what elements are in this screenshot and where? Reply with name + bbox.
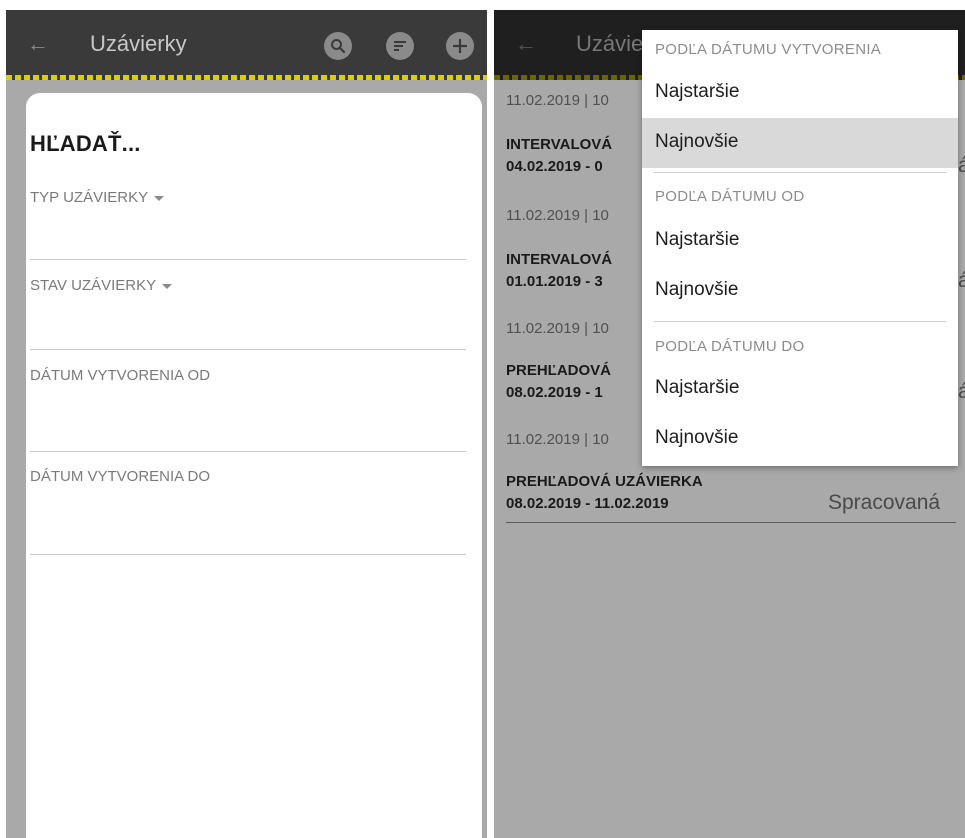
right-screen: ← Uzávie 11.02.2019 | 10 INTERVALOVÁ 04.…	[494, 10, 965, 838]
app-bar-title: Uzávierky	[90, 31, 187, 56]
screenshot-root: ← Uzávierky HĽADAŤ... TYP UZÁVIERKY STAV…	[0, 0, 965, 838]
created-to-field[interactable]: DÁTUM VYTVORENIA DO	[30, 468, 210, 485]
item-title: INTERVALOVÁ	[506, 251, 613, 268]
dropdown-arrow-icon	[162, 283, 173, 289]
menu-group-header: PODĽA DÁTUMU DO	[655, 338, 805, 355]
item-status: Spracovaná	[828, 491, 941, 514]
search-sheet: HĽADAŤ... TYP UZÁVIERKY STAV UZÁVIERKY D…	[26, 93, 482, 838]
sort-menu: PODĽA DÁTUMU VYTVORENIA Najstaršie Najno…	[642, 30, 958, 466]
app-bar-title: Uzávie	[576, 31, 644, 56]
menu-item-oldest-from[interactable]: Najstaršie	[642, 216, 958, 266]
item-divider	[506, 522, 956, 523]
item-title: PREHĽADOVÁ	[506, 362, 612, 379]
menu-item-label: Najstaršie	[655, 377, 740, 398]
created-from-label: DÁTUM VYTVORENIA OD	[30, 367, 211, 384]
menu-item-oldest-to[interactable]: Najstaršie	[642, 364, 958, 414]
closure-type-field[interactable]: TYP UZÁVIERKY	[30, 189, 165, 206]
item-meta: 11.02.2019 | 10	[506, 92, 609, 109]
menu-group-header: PODĽA DÁTUMU VYTVORENIA	[655, 41, 882, 58]
menu-item-label: Najnovšie	[655, 427, 739, 448]
closure-status-field[interactable]: STAV UZÁVIERKY	[30, 277, 173, 294]
item-title: INTERVALOVÁ	[506, 136, 613, 153]
dropdown-arrow-icon	[154, 195, 165, 201]
item-title: PREHĽADOVÁ UZÁVIERKA	[506, 473, 703, 490]
plus-icon[interactable]	[446, 32, 474, 60]
item-dates: 04.02.2019 - 0	[506, 158, 603, 175]
field-underline	[30, 349, 466, 350]
closure-type-label: TYP UZÁVIERKY	[30, 189, 149, 206]
menu-item-label: Najnovšie	[655, 131, 739, 152]
created-from-field[interactable]: DÁTUM VYTVORENIA OD	[30, 367, 210, 384]
app-bar-accent-stripe	[6, 75, 487, 80]
sort-icon[interactable]	[386, 32, 414, 60]
item-meta: 11.02.2019 | 10	[506, 207, 609, 224]
item-dates: 01.01.2019 - 3	[506, 273, 603, 290]
app-bar: ← Uzávierky	[6, 10, 487, 80]
left-screen: ← Uzávierky HĽADAŤ... TYP UZÁVIERKY STAV…	[6, 10, 487, 838]
item-meta: 11.02.2019 | 10	[506, 320, 609, 337]
menu-item-newest-to[interactable]: Najnovšie	[642, 414, 958, 464]
menu-item-oldest-created[interactable]: Najstaršie	[642, 68, 958, 118]
item-dates: 08.02.2019 - 1	[506, 384, 603, 401]
menu-item-label: Najnovšie	[655, 279, 739, 300]
field-underline	[30, 451, 466, 452]
field-underline	[30, 554, 466, 555]
menu-divider	[654, 321, 946, 322]
item-status: á	[958, 154, 965, 177]
item-dates: 08.02.2019 - 11.02.2019	[506, 495, 669, 512]
item-status: á	[958, 269, 965, 292]
menu-item-label: Najstaršie	[655, 81, 740, 102]
closure-status-label: STAV UZÁVIERKY	[30, 277, 157, 294]
created-to-label: DÁTUM VYTVORENIA DO	[30, 468, 211, 485]
menu-divider	[654, 172, 946, 173]
item-meta: 11.02.2019 | 10	[506, 431, 609, 448]
item-status: á	[958, 380, 965, 403]
search-sheet-title: HĽADAŤ...	[30, 131, 141, 156]
search-icon[interactable]	[324, 32, 352, 60]
menu-item-label: Najstaršie	[655, 229, 740, 250]
arrow-left-icon[interactable]: ←	[26, 32, 50, 56]
menu-item-newest-from[interactable]: Najnovšie	[642, 266, 958, 316]
arrow-left-icon[interactable]: ←	[514, 32, 538, 56]
menu-group-header: PODĽA DÁTUMU OD	[655, 188, 805, 205]
menu-item-newest-created[interactable]: Najnovšie	[642, 118, 958, 168]
field-underline	[30, 259, 466, 260]
